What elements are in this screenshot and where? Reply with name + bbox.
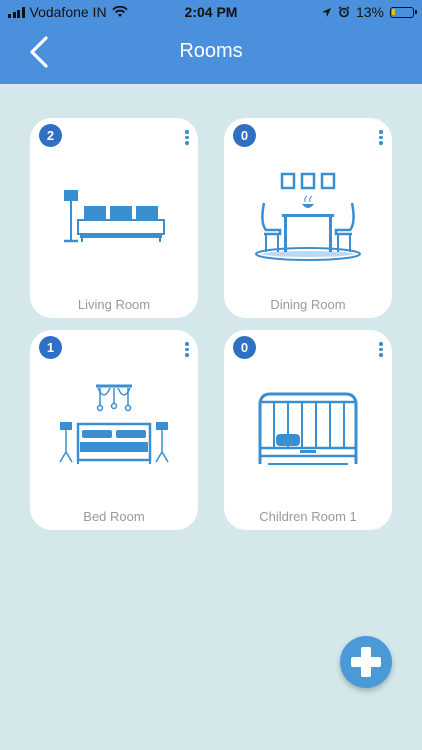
more-options-icon[interactable] (182, 130, 192, 150)
more-options-icon[interactable] (376, 130, 386, 150)
living-room-icon (64, 190, 165, 243)
more-options-icon[interactable] (182, 342, 192, 362)
plus-icon (351, 647, 381, 677)
room-card-bed-room[interactable]: 1 Bed Room (30, 330, 198, 530)
room-name: Children Room 1 (259, 509, 357, 524)
dining-room-icon (255, 172, 361, 261)
more-options-icon[interactable] (376, 342, 386, 362)
device-count-badge: 0 (233, 124, 256, 147)
room-name: Living Room (77, 297, 151, 312)
alarm-icon (338, 6, 350, 18)
battery-icon (390, 6, 417, 18)
add-room-button[interactable] (340, 636, 392, 688)
room-name: Dining Room (270, 297, 346, 312)
status-bar: Vodafone IN 2:04 PM 13% (0, 0, 422, 24)
crib-icon (258, 392, 358, 465)
device-count-badge: 1 (39, 336, 62, 359)
device-count-badge: 0 (233, 336, 256, 359)
battery-percent: 13% (355, 4, 384, 20)
location-arrow-icon (321, 7, 331, 17)
room-name: Bed Room (83, 509, 145, 524)
app-header: Vodafone IN 2:04 PM 13% Rooms (0, 0, 422, 84)
room-card-children-room-1[interactable]: 0 Children Room 1 (224, 330, 392, 530)
room-card-dining-room[interactable]: 0 Dining Room (224, 118, 392, 318)
bed-room-icon (59, 384, 169, 464)
page-title: Rooms (179, 40, 243, 62)
room-card-living-room[interactable]: 2 Living Room (30, 118, 198, 318)
device-count-badge: 2 (39, 124, 62, 147)
